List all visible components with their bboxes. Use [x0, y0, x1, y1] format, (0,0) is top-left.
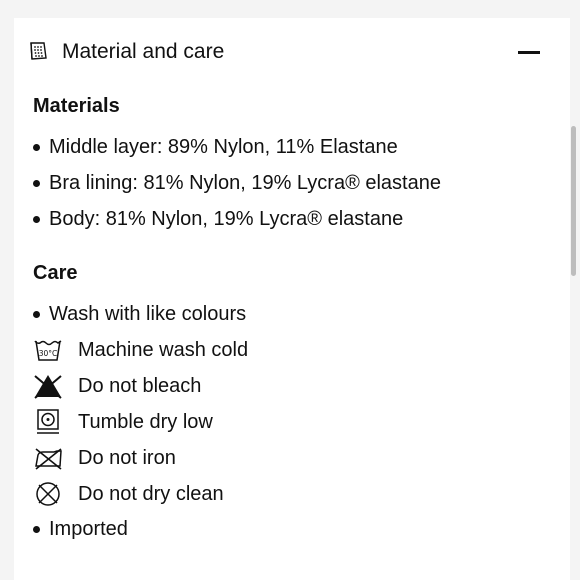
- care-label: Do not iron: [78, 447, 176, 469]
- do-not-bleach-icon: [33, 373, 63, 399]
- bullet-icon: [33, 180, 40, 187]
- bullet-icon: [33, 216, 40, 223]
- fabric-swatch-icon: [28, 41, 48, 61]
- care-label: Do not bleach: [78, 375, 202, 397]
- tumble-dry-low-icon: [33, 409, 63, 435]
- scrollbar[interactable]: [571, 126, 576, 276]
- care-label: Machine wash cold: [78, 339, 249, 361]
- bullet-icon: [33, 311, 40, 318]
- material-text: Bra lining: 81% Nylon, 19% Lycra® elasta…: [49, 172, 441, 194]
- care-text: Imported: [49, 518, 128, 540]
- material-care-header[interactable]: Material and care: [14, 18, 570, 84]
- materials-heading: Materials: [33, 95, 120, 117]
- material-care-panel: Material and care Materials Middle layer…: [14, 18, 570, 580]
- care-label: Tumble dry low: [78, 411, 213, 433]
- section-title: Material and care: [62, 40, 225, 63]
- do-not-iron-icon: [33, 445, 63, 471]
- bullet-icon: [33, 144, 40, 151]
- material-text: Body: 81% Nylon, 19% Lycra® elastane: [49, 208, 404, 230]
- care-heading: Care: [33, 262, 78, 284]
- minus-icon[interactable]: [518, 40, 542, 64]
- care-label: Do not dry clean: [78, 483, 224, 505]
- care-text: Wash with like colours: [49, 303, 247, 325]
- svg-text:30°C: 30°C: [39, 349, 58, 358]
- material-text: Middle layer: 89% Nylon, 11% Elastane: [49, 136, 398, 158]
- bullet-icon: [33, 526, 40, 533]
- do-not-dry-clean-icon: [33, 481, 63, 507]
- machine-wash-30c-icon: 30°C: [33, 337, 63, 363]
